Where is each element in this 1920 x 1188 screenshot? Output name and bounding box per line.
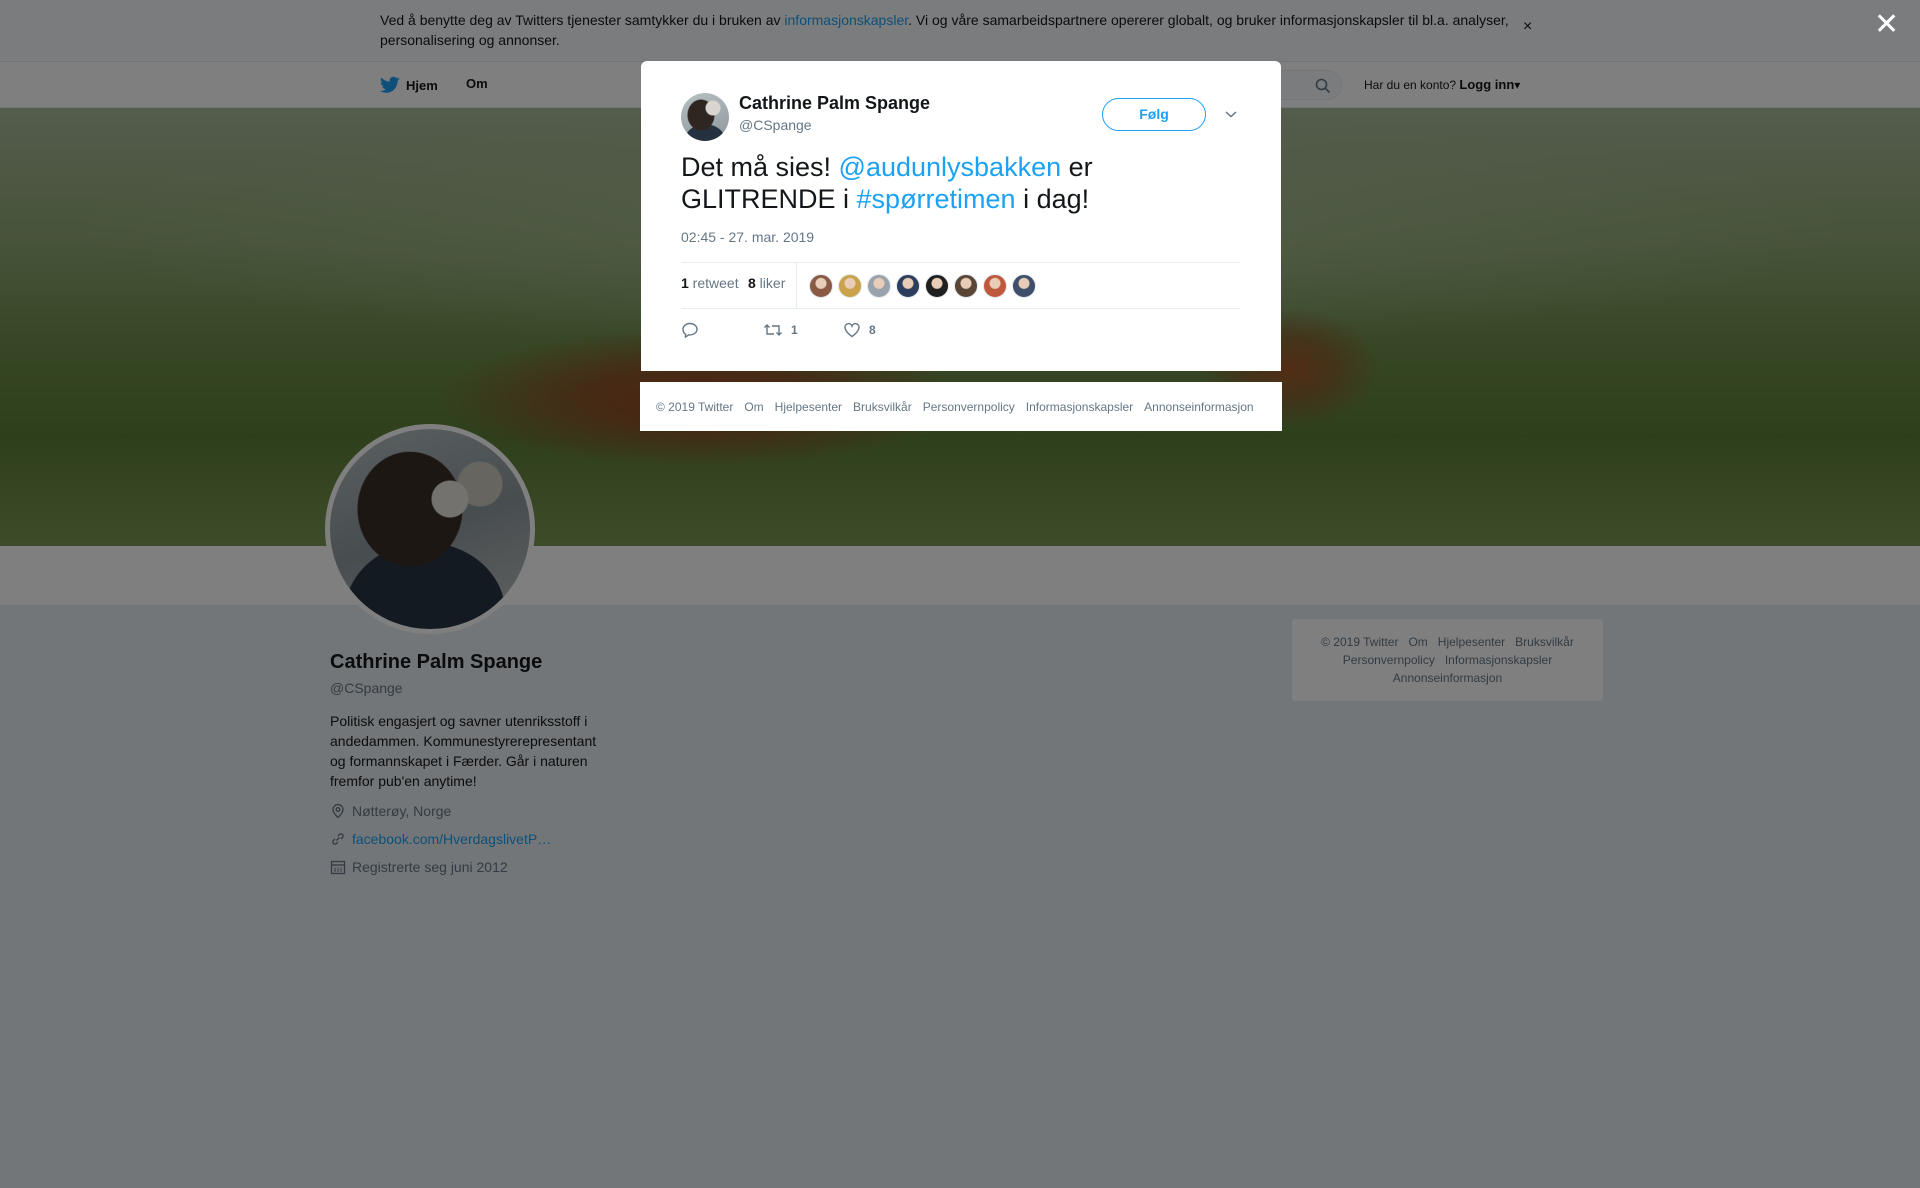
retweet-stat[interactable]: 1 retweet — [681, 275, 739, 291]
tweet-modal: Cathrine Palm Spange @CSpange Følg Det m… — [641, 61, 1281, 371]
tweet-hashtag-link[interactable]: #spørretimen — [857, 184, 1016, 214]
tweet-author-name[interactable]: Cathrine Palm Spange — [739, 93, 930, 114]
liker-avatar[interactable] — [954, 274, 978, 298]
tweet-text-part: i dag! — [1015, 184, 1090, 214]
liker-avatar[interactable] — [896, 274, 920, 298]
tweet-text: Det må sies! @audunlysbakken er GLITREND… — [681, 151, 1241, 215]
modal-footer: © 2019 Twitter Om Hjelpesenter Bruksvilk… — [640, 382, 1282, 431]
tweet-author-avatar[interactable] — [681, 93, 729, 141]
tweet-mention-link[interactable]: @audunlysbakken — [839, 152, 1062, 182]
liker-avatar[interactable] — [983, 274, 1007, 298]
retweet-stat-count: 1 — [681, 275, 689, 291]
liker-avatar[interactable] — [838, 274, 862, 298]
retweet-button[interactable]: 1 — [763, 321, 798, 339]
liker-avatar[interactable] — [925, 274, 949, 298]
reply-icon — [682, 322, 698, 339]
follow-button[interactable]: Følg — [1102, 98, 1206, 131]
tweet-actions: 1 8 — [681, 321, 1241, 347]
liker-avatar[interactable] — [867, 274, 891, 298]
liker-avatars — [809, 274, 1041, 298]
close-icon[interactable]: ✕ — [1874, 10, 1899, 40]
tweet-text-part: Det må sies! — [681, 152, 839, 182]
modal-overlay[interactable]: ✕ Cathrine Palm Spange @CSpange Følg Det… — [0, 0, 1920, 1188]
like-button[interactable]: 8 — [843, 321, 876, 339]
stats-divider — [796, 263, 797, 308]
footer-copyright: © 2019 Twitter — [656, 399, 734, 414]
liker-avatar[interactable] — [1012, 274, 1036, 298]
tweet-timestamp[interactable]: 02:45 - 27. mar. 2019 — [681, 229, 814, 245]
footer-link-cookies[interactable]: Informasjonskapsler — [1026, 400, 1133, 414]
footer-link-terms[interactable]: Bruksvilkår — [853, 400, 912, 414]
footer-link-privacy[interactable]: Personvernpolicy — [923, 400, 1015, 414]
footer-link-ads-info[interactable]: Annonseinformasjon — [1144, 400, 1253, 414]
heart-icon — [844, 322, 860, 338]
like-stat-count: 8 — [748, 275, 756, 291]
retweet-stat-label: retweet — [688, 275, 739, 291]
retweet-count: 1 — [791, 323, 798, 337]
chevron-down-icon[interactable] — [1224, 107, 1238, 121]
footer-link-about[interactable]: Om — [744, 400, 763, 414]
tweet-stats: 1 retweet 8 liker — [681, 262, 1240, 309]
reply-button[interactable] — [681, 321, 707, 339]
like-count: 8 — [869, 323, 876, 337]
tweet-author-handle[interactable]: @CSpange — [739, 117, 812, 133]
retweet-icon — [764, 324, 782, 336]
footer-link-help[interactable]: Hjelpesenter — [775, 400, 842, 414]
liker-avatar[interactable] — [809, 274, 833, 298]
like-stat-label: liker — [755, 275, 786, 291]
like-stat[interactable]: 8 liker — [748, 275, 785, 291]
